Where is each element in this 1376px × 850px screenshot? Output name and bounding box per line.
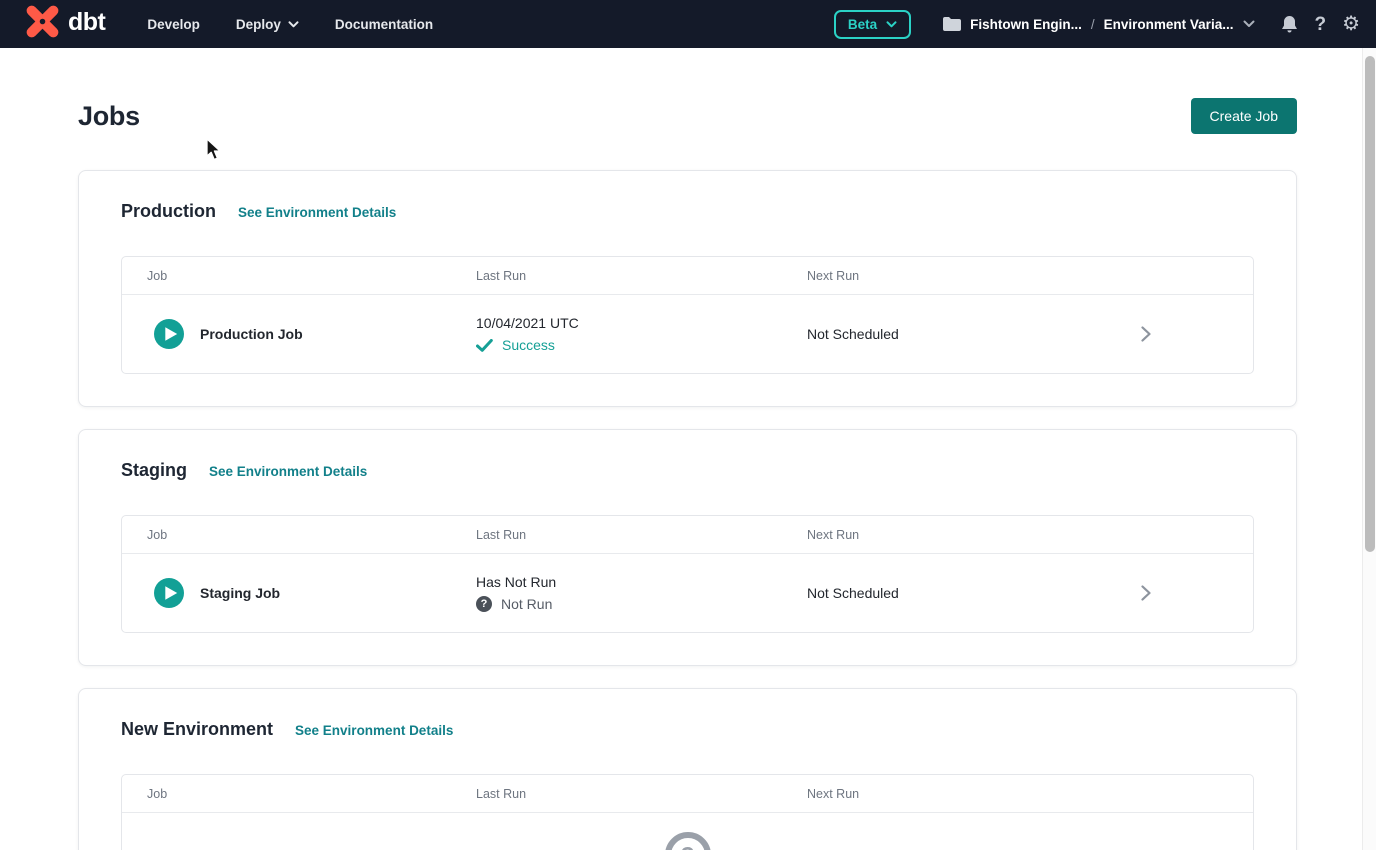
job-cell: Staging Job [122,578,476,608]
notifications-bell-icon[interactable] [1281,15,1298,34]
environment-name: Production [121,201,216,222]
environment-card-new-environment: New Environment See Environment Details … [78,688,1297,850]
environment-name: New Environment [121,719,273,740]
row-actions-cell [1138,325,1253,343]
chevron-down-icon [886,21,897,28]
jobs-table: Job Last Run Next Run ? [121,774,1254,850]
scrollbar-thumb[interactable] [1365,56,1375,552]
status-label: Not Run [501,596,552,612]
column-header-next-run: Next Run [807,269,1138,283]
chevron-down-icon [288,21,299,28]
folder-icon [943,17,961,31]
dbt-logo-icon [24,3,61,45]
gear-icon[interactable]: ⚙ [1342,14,1360,34]
column-header-last-run: Last Run [476,528,807,542]
breadcrumb-project[interactable]: Environment Varia... [1104,17,1234,32]
column-header-last-run: Last Run [476,269,807,283]
breadcrumb-account[interactable]: Fishtown Engin... [970,17,1082,32]
environment-card-header: Staging See Environment Details [121,460,1254,481]
success-check-icon [476,339,493,352]
create-job-button[interactable]: Create Job [1191,98,1297,134]
column-header-job: Job [122,528,476,542]
page-header: Jobs Create Job [78,98,1297,134]
last-run-status: Success [476,336,807,355]
jobs-table-header: Job Last Run Next Run [122,257,1253,295]
job-name[interactable]: Production Job [200,326,303,342]
column-header-next-run: Next Run [807,787,1138,801]
run-play-icon[interactable] [154,578,184,608]
see-environment-details-link[interactable]: See Environment Details [209,464,367,479]
environment-name: Staging [121,460,187,481]
last-run-date: Has Not Run [476,573,807,592]
job-row-production-job[interactable]: Production Job 10/04/2021 UTC Success No… [122,295,1253,373]
jobs-empty-state: ? [122,813,1253,850]
run-play-icon[interactable] [154,319,184,349]
breadcrumb-separator: / [1091,17,1095,32]
jobs-table-header: Job Last Run Next Run [122,516,1253,554]
chevron-right-icon[interactable] [1140,584,1152,602]
dbt-logo[interactable]: dbt [24,3,105,45]
page-title: Jobs [78,101,140,132]
jobs-table: Job Last Run Next Run Staging Job Has No… [121,515,1254,633]
environment-card-header: Production See Environment Details [121,201,1254,222]
last-run-date: 10/04/2021 UTC [476,314,807,333]
environment-card-header: New Environment See Environment Details [121,719,1254,740]
job-row-staging-job[interactable]: Staging Job Has Not Run ? Not Run Not Sc… [122,554,1253,632]
nav-item-label: Documentation [335,17,433,32]
job-cell: Production Job [122,319,476,349]
empty-state-question-icon: ? [665,832,711,850]
status-label: Success [502,337,555,353]
last-run-status: ? Not Run [476,595,807,614]
row-actions-cell [1138,584,1253,602]
see-environment-details-link[interactable]: See Environment Details [238,205,396,220]
primary-nav: Develop Deploy Documentation [147,17,433,32]
brand-label: dbt [68,10,105,39]
nav-item-documentation[interactable]: Documentation [335,17,433,32]
help-icon[interactable]: ? [1314,15,1326,34]
main-content: Jobs Create Job Production See Environme… [0,98,1376,850]
not-run-question-icon: ? [476,596,492,612]
next-run-cell: Not Scheduled [807,585,1138,601]
nav-icon-group: ? ⚙ [1281,14,1360,34]
next-run-cell: Not Scheduled [807,326,1138,342]
breadcrumb[interactable]: Fishtown Engin... / Environment Varia... [943,17,1255,32]
see-environment-details-link[interactable]: See Environment Details [295,723,453,738]
column-header-next-run: Next Run [807,528,1138,542]
jobs-table-header: Job Last Run Next Run [122,775,1253,813]
beta-dropdown-button[interactable]: Beta [834,10,911,39]
column-header-job: Job [122,787,476,801]
scrollbar-track[interactable] [1362,48,1376,850]
nav-item-label: Develop [147,17,200,32]
chevron-right-icon[interactable] [1140,325,1152,343]
environment-card-staging: Staging See Environment Details Job Last… [78,429,1297,666]
column-header-job: Job [122,269,476,283]
nav-item-develop[interactable]: Develop [147,17,200,32]
job-name[interactable]: Staging Job [200,585,280,601]
column-header-last-run: Last Run [476,787,807,801]
last-run-cell: 10/04/2021 UTC Success [476,314,807,355]
nav-right-cluster: Beta Fishtown Engin... / Environment Var… [834,10,1360,39]
nav-item-deploy[interactable]: Deploy [236,17,299,32]
last-run-cell: Has Not Run ? Not Run [476,573,807,614]
top-nav: dbt Develop Deploy Documentation Beta Fi… [0,0,1376,48]
jobs-table: Job Last Run Next Run Production Job 10/… [121,256,1254,374]
chevron-down-icon [1243,20,1255,28]
nav-item-label: Deploy [236,17,281,32]
beta-label: Beta [848,17,877,32]
environment-card-production: Production See Environment Details Job L… [78,170,1297,407]
